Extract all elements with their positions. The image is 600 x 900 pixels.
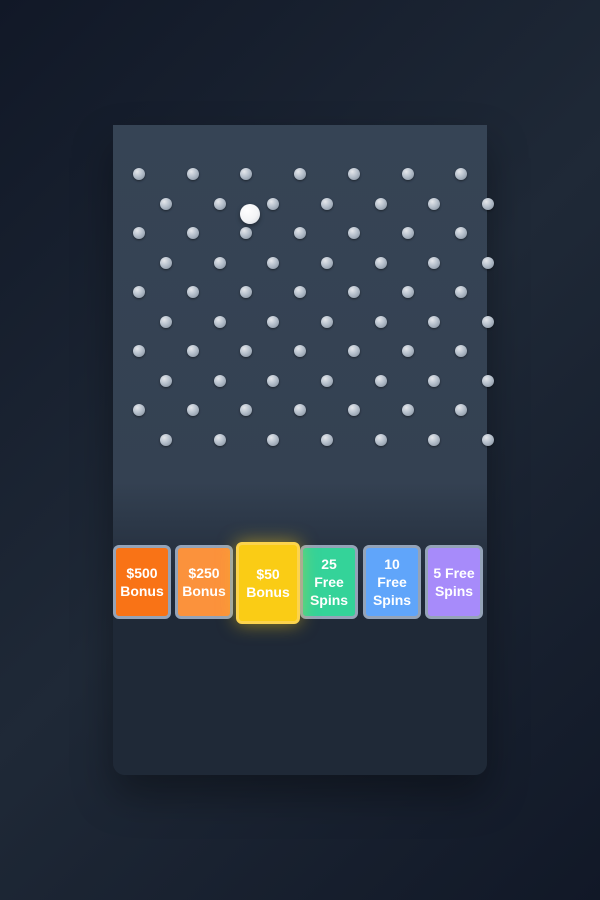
peg (320, 433, 333, 446)
peg (374, 256, 387, 269)
peg (320, 197, 333, 210)
peg (294, 168, 307, 180)
peg (186, 168, 199, 180)
peg (374, 197, 387, 210)
prize-slot-label: 25 Free Spins (309, 556, 349, 608)
peg (401, 168, 414, 180)
peg (347, 286, 360, 298)
prize-slot-25-free-spins[interactable]: 25 Free Spins (300, 545, 358, 619)
peg (294, 345, 307, 357)
peg (213, 433, 226, 446)
peg (428, 197, 441, 210)
peg (347, 168, 360, 180)
peg (374, 374, 387, 387)
peg (159, 197, 172, 210)
peg (374, 433, 387, 446)
peg (401, 227, 414, 239)
peg (240, 227, 253, 239)
prize-slot-50-bonus[interactable]: $50 Bonus (236, 542, 300, 624)
peg (428, 256, 441, 269)
prize-slot-label: $250 Bonus (182, 565, 226, 599)
peg (401, 404, 414, 416)
peg (240, 404, 253, 416)
prize-slot-label: $50 Bonus (246, 566, 290, 600)
peg (455, 345, 468, 357)
peg (320, 374, 333, 387)
peg (455, 227, 468, 239)
peg (482, 433, 495, 446)
peg (133, 168, 145, 180)
peg (213, 256, 226, 269)
peg (347, 227, 360, 239)
peg (267, 197, 280, 210)
plinko-board (113, 125, 495, 775)
prize-slot-5-free-spins[interactable]: 5 Free Spins (425, 545, 483, 619)
peg (428, 433, 441, 446)
peg (455, 168, 468, 180)
peg (267, 433, 280, 446)
peg (320, 256, 333, 269)
peg (482, 256, 495, 269)
peg (401, 345, 414, 357)
peg (401, 286, 414, 298)
peg (294, 227, 307, 239)
peg (347, 404, 360, 416)
peg (294, 404, 307, 416)
peg (186, 286, 199, 298)
peg (374, 315, 387, 328)
peg (186, 227, 199, 239)
prize-slots: $500 Bonus $250 Bonus $50 Bonus 25 Free … (113, 542, 487, 625)
peg (186, 345, 199, 357)
peg (347, 345, 360, 357)
peg (482, 197, 495, 210)
peg (133, 345, 145, 357)
peg (133, 286, 145, 298)
peg (294, 286, 307, 298)
peg (267, 256, 280, 269)
peg (133, 227, 145, 239)
peg (159, 256, 172, 269)
prize-slot-500-bonus[interactable]: $500 Bonus (113, 545, 171, 619)
peg (159, 315, 172, 328)
peg (159, 433, 172, 446)
peg (320, 315, 333, 328)
peg (213, 374, 226, 387)
prize-slot-label: 5 Free Spins (433, 565, 475, 599)
peg (133, 404, 145, 416)
peg (240, 168, 253, 180)
peg (428, 315, 441, 328)
peg (455, 286, 468, 298)
peg (455, 404, 468, 416)
peg (482, 374, 495, 387)
prize-slot-label: 10 Free Spins (372, 556, 412, 608)
peg (213, 197, 226, 210)
peg (159, 374, 172, 387)
plinko-ball (240, 204, 260, 224)
prize-slot-label: $500 Bonus (120, 565, 164, 599)
peg (267, 374, 280, 387)
peg (240, 345, 253, 357)
peg (240, 286, 253, 298)
peg (267, 315, 280, 328)
prize-slot-250-bonus[interactable]: $250 Bonus (175, 545, 233, 619)
peg (482, 315, 495, 328)
prize-slot-10-free-spins[interactable]: 10 Free Spins (363, 545, 421, 619)
peg (186, 404, 199, 416)
peg (428, 374, 441, 387)
peg (213, 315, 226, 328)
